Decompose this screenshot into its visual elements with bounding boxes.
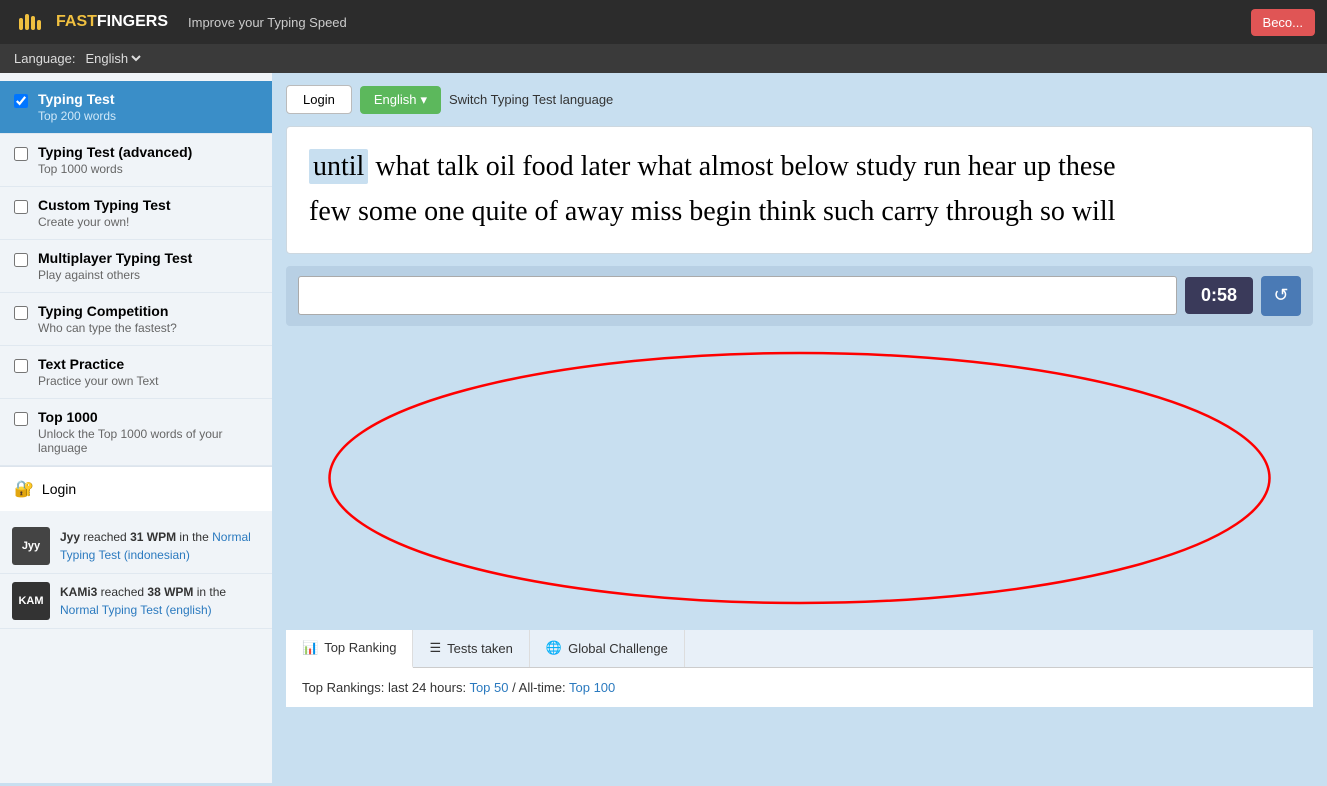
timer-display: 0:58 xyxy=(1185,277,1253,314)
sidebar-checkbox-advanced[interactable] xyxy=(14,147,28,161)
sidebar-item-subtitle-multiplayer: Play against others xyxy=(38,268,192,282)
language-label: Language: xyxy=(14,51,75,66)
tab-global-challenge[interactable]: 🌐 Global Challenge xyxy=(530,630,685,667)
bar-chart-icon: 📊 xyxy=(302,640,318,656)
sidebar-item-subtitle-top1000: Unlock the Top 1000 words of your langua… xyxy=(38,427,258,455)
sidebar-item-subtitle-advanced: Top 1000 words xyxy=(38,162,192,176)
feed-avatar-0: Jyy xyxy=(12,527,50,565)
feed-item-1: KAM KAMi3 reached 38 WPM in the Normal T… xyxy=(0,574,272,629)
sidebar-item-subtitle-custom: Create your own! xyxy=(38,215,170,229)
sidebar-checkbox-text-practice[interactable] xyxy=(14,359,28,373)
sidebar: Typing Test Top 200 words Typing Test (a… xyxy=(0,73,272,783)
sidebar-item-subtitle-text-practice: Practice your own Text xyxy=(38,374,159,388)
tab-top-ranking[interactable]: 📊 Top Ranking xyxy=(286,630,413,668)
sidebar-item-custom[interactable]: Custom Typing Test Create your own! xyxy=(0,187,272,240)
sidebar-checkbox-typing-test[interactable] xyxy=(14,94,28,108)
input-row: 0:58 ↺ xyxy=(286,266,1313,326)
sidebar-checkbox-competition[interactable] xyxy=(14,306,28,320)
sidebar-item-title: Typing Test xyxy=(38,91,116,107)
logo-text: FASTFINGERS xyxy=(56,13,168,31)
feed-text-0: Jyy reached 31 WPM in the Normal Typing … xyxy=(60,528,260,564)
feed-avatar-1: KAM xyxy=(12,582,50,620)
oval-annotation xyxy=(286,338,1313,618)
globe-icon: 🌐 xyxy=(546,640,562,656)
words-rest-line1: what talk oil food later what almost bel… xyxy=(375,151,1115,182)
sidebar-item-competition[interactable]: Typing Competition Who can type the fast… xyxy=(0,293,272,346)
logo-area: FASTFINGERS Improve your Typing Speed xyxy=(12,4,347,40)
sidebar-item-top1000[interactable]: Top 1000 Unlock the Top 1000 words of yo… xyxy=(0,399,272,466)
current-word: until xyxy=(309,149,368,184)
login-label: Login xyxy=(42,481,76,497)
activity-feed: Jyy Jyy reached 31 WPM in the Normal Typ… xyxy=(0,511,272,637)
typing-input[interactable] xyxy=(298,276,1177,315)
reset-button[interactable]: ↺ xyxy=(1261,276,1301,316)
oval-svg xyxy=(286,338,1313,618)
sidebar-item-subtitle: Top 200 words xyxy=(38,109,116,123)
login-button[interactable]: Login xyxy=(286,85,352,114)
top-rankings-line: Top Rankings: last 24 hours: Top 50 / Al… xyxy=(302,680,1297,695)
sidebar-item-title-advanced: Typing Test (advanced) xyxy=(38,144,192,160)
sidebar-checkbox-custom[interactable] xyxy=(14,200,28,214)
sidebar-checkbox-multiplayer[interactable] xyxy=(14,253,28,267)
top-controls: Login English ▾ Switch Typing Test langu… xyxy=(286,85,1313,114)
typing-words-box: until what talk oil food later what almo… xyxy=(286,126,1313,254)
switch-language-text: Switch Typing Test language xyxy=(449,92,613,107)
sidebar-item-typing-test[interactable]: Typing Test Top 200 words xyxy=(0,81,272,134)
rankings-content: Top Rankings: last 24 hours: Top 50 / Al… xyxy=(286,668,1313,707)
language-button[interactable]: English ▾ xyxy=(360,86,441,114)
sidebar-item-text-practice[interactable]: Text Practice Practice your own Text xyxy=(0,346,272,399)
tab-bar: 📊 Top Ranking ☰ Tests taken 🌐 Global Cha… xyxy=(286,630,1313,668)
become-button[interactable]: Beco... xyxy=(1251,9,1315,36)
sidebar-item-multiplayer[interactable]: Multiplayer Typing Test Play against oth… xyxy=(0,240,272,293)
feed-text-1: KAMi3 reached 38 WPM in the Normal Typin… xyxy=(60,583,260,619)
sidebar-login[interactable]: 🔐 Login xyxy=(0,466,272,511)
login-icon: 🔐 xyxy=(14,479,34,499)
tab-tests-taken[interactable]: ☰ Tests taken xyxy=(413,630,529,667)
sidebar-item-title-multiplayer: Multiplayer Typing Test xyxy=(38,250,192,266)
feed-link-1[interactable]: Normal Typing Test (english) xyxy=(60,603,212,617)
feed-item-0: Jyy Jyy reached 31 WPM in the Normal Typ… xyxy=(0,519,272,574)
bottom-tabs: 📊 Top Ranking ☰ Tests taken 🌐 Global Cha… xyxy=(286,630,1313,707)
language-select[interactable]: English xyxy=(81,50,144,67)
sidebar-item-subtitle-competition: Who can type the fastest? xyxy=(38,321,177,335)
logo-icon xyxy=(12,4,48,40)
sidebar-item-title-custom: Custom Typing Test xyxy=(38,197,170,213)
sidebar-item-title-competition: Typing Competition xyxy=(38,303,177,319)
sidebar-checkbox-top1000[interactable] xyxy=(14,412,28,426)
sidebar-item-typing-test-advanced[interactable]: Typing Test (advanced) Top 1000 words xyxy=(0,134,272,187)
top-bar: FASTFINGERS Improve your Typing Speed Be… xyxy=(0,0,1327,44)
tagline: Improve your Typing Speed xyxy=(188,15,347,30)
language-bar: Language: English xyxy=(0,44,1327,73)
list-icon: ☰ xyxy=(429,640,441,656)
top50-link[interactable]: Top 50 xyxy=(469,680,508,695)
top100-link[interactable]: Top 100 xyxy=(569,680,615,695)
sidebar-item-title-top1000: Top 1000 xyxy=(38,409,258,425)
content-area: Login English ▾ Switch Typing Test langu… xyxy=(272,73,1327,783)
words-line2: few some one quite of away miss begin th… xyxy=(309,196,1115,227)
sidebar-item-title-text-practice: Text Practice xyxy=(38,356,159,372)
main-layout: Typing Test Top 200 words Typing Test (a… xyxy=(0,73,1327,783)
dropdown-arrow-icon: ▾ xyxy=(420,92,427,108)
